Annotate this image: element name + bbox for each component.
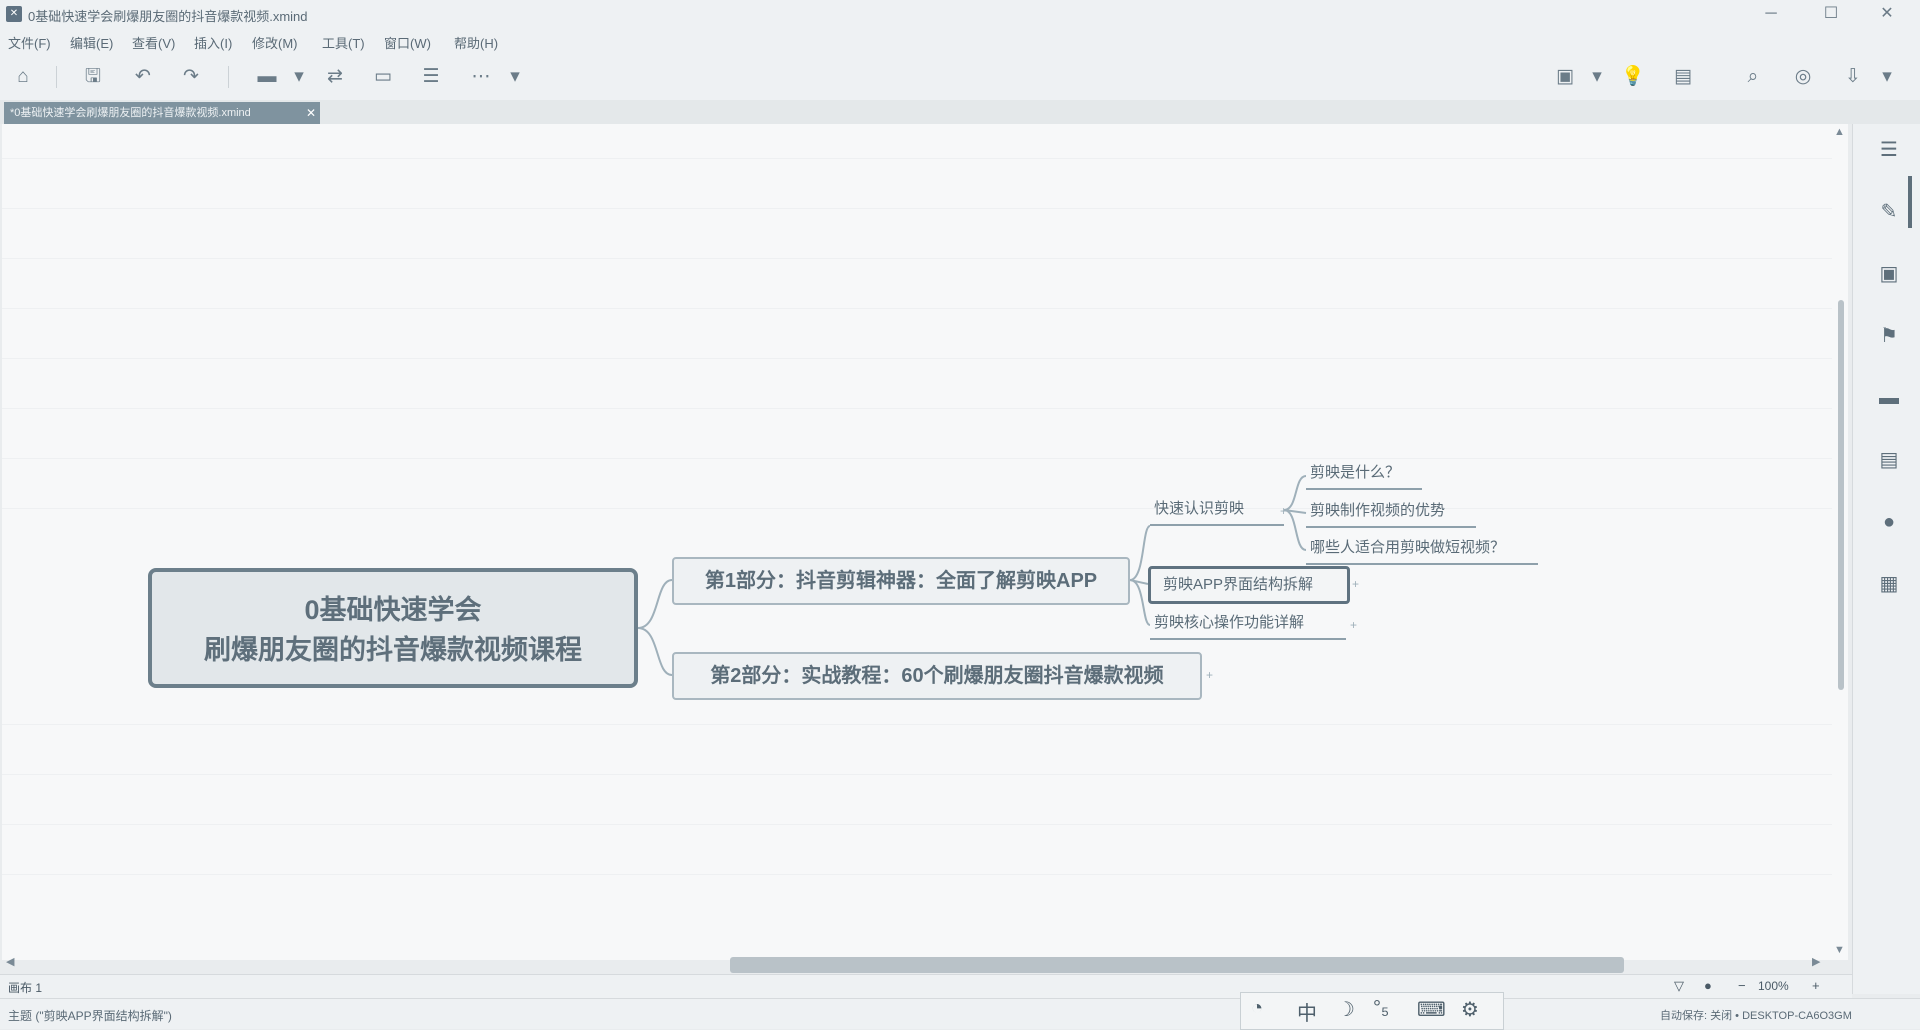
task-icon[interactable]: ▦	[1877, 572, 1901, 596]
ime-logo-icon[interactable]: ◔	[1251, 997, 1263, 1020]
main-topic-part2[interactable]: 第2部分：实战教程：60个刷爆朋友圈抖音爆款视频	[672, 652, 1202, 700]
sheet-label[interactable]: 画布 1	[8, 979, 42, 996]
connector-part1-quick	[1129, 525, 1151, 581]
collapse-marker[interactable]: +	[1350, 618, 1357, 632]
scroll-up-icon[interactable]: ▲	[1834, 126, 1845, 138]
scroll-left-icon[interactable]: ◀	[6, 955, 14, 968]
collapse-marker[interactable]: +	[1280, 504, 1287, 518]
scroll-down-icon[interactable]: ▼	[1834, 944, 1845, 956]
image-icon[interactable]: ▣	[1877, 262, 1901, 286]
central-topic-line1: 0基础快速学会	[304, 595, 482, 625]
connector-quick-what	[1283, 475, 1307, 511]
scroll-right-icon[interactable]: ▶	[1812, 955, 1820, 968]
filter-icon[interactable]: ▽	[1674, 978, 1684, 994]
zoom-in-button[interactable]: +	[1812, 978, 1820, 993]
ime-settings-icon[interactable]: ⚙	[1461, 997, 1479, 1022]
leaf-what-is-jianying[interactable]: 剪映是什么？	[1306, 458, 1422, 490]
markers-icon[interactable]: ▬	[1877, 386, 1901, 410]
right-side-panel: ☰ ✎ ▣ ⚑ ▬ ▤ ● ▦	[1852, 124, 1920, 994]
collapse-marker[interactable]: +	[1206, 668, 1213, 682]
zoom-out-button[interactable]: −	[1738, 978, 1746, 993]
main-topic-part1[interactable]: 第1部分：抖音剪辑神器：全面了解剪映APP	[672, 557, 1130, 605]
vertical-scroll-thumb[interactable]	[1838, 300, 1844, 690]
status-selected-topic: 主题 ("剪映APP界面结构拆解")	[8, 1009, 172, 1023]
eye-icon[interactable]: ●	[1704, 978, 1712, 993]
connector-part1-core	[1129, 579, 1151, 626]
subtopic-core-functions[interactable]: 剪映核心操作功能详解	[1150, 608, 1346, 640]
comments-icon[interactable]: ●	[1877, 510, 1901, 534]
central-topic[interactable]: 0基础快速学会 刷爆朋友圈的抖音爆款视频课程	[148, 568, 638, 688]
zoom-level: 100%	[1758, 979, 1789, 993]
leaf-advantages[interactable]: 剪映制作视频的优势	[1306, 496, 1476, 528]
subtopic-ui-structure[interactable]: 剪映APP界面结构拆解	[1148, 566, 1350, 604]
ime-toolbar: ◔ 中 ☽ °₅ ⌨ ⚙	[1240, 992, 1504, 1030]
notes-icon[interactable]: ▤	[1877, 448, 1901, 472]
leaf-who-suitable[interactable]: 哪些人适合用剪映做短视频？	[1306, 533, 1538, 565]
format-icon[interactable]: ✎	[1877, 200, 1901, 224]
connector-quick-who	[1283, 509, 1307, 551]
connector-central-part1	[637, 579, 673, 629]
collapse-marker[interactable]: +	[1352, 577, 1359, 591]
ime-chinese-mode-icon[interactable]: 中	[1297, 997, 1317, 1026]
flag-icon[interactable]: ⚑	[1877, 324, 1901, 348]
ime-moon-icon[interactable]: ☽	[1337, 997, 1355, 1022]
sheet-bar: 画布 1 ▽ ● − 100% +	[0, 974, 1852, 999]
central-topic-line2: 刷爆朋友圈的抖音爆款视频课程	[204, 635, 582, 665]
horizontal-scroll-thumb[interactable]	[730, 957, 1624, 973]
outline-icon[interactable]: ☰	[1877, 138, 1901, 162]
subtopic-quick-intro[interactable]: 快速认识剪映	[1150, 494, 1284, 526]
ime-punctuation-icon[interactable]: °₅	[1373, 997, 1389, 1020]
connector-lines	[637, 475, 1307, 676]
status-bar: 主题 ("剪映APP界面结构拆解") 自动保存: 关闭 • DESKTOP-CA…	[0, 998, 1920, 1029]
ime-keyboard-icon[interactable]: ⌨	[1417, 997, 1446, 1022]
panel-selection-indicator	[1908, 176, 1912, 228]
status-autosave: 自动保存: 关闭 • DESKTOP-CA6O3GM	[1660, 1010, 1852, 1022]
connector-central-part2	[637, 627, 673, 676]
